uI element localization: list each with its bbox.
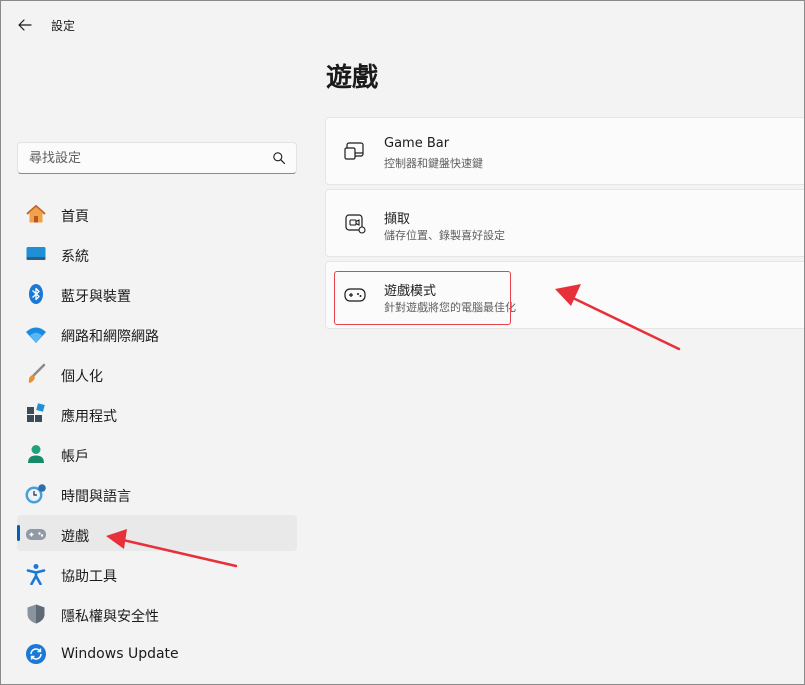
selection-indicator <box>17 525 20 541</box>
sidebar-item-system[interactable]: 系統 <box>17 235 297 271</box>
card-title: Game Bar <box>384 136 450 151</box>
settings-window: 設定 首頁 系統 <box>0 0 805 685</box>
search-icon[interactable] <box>272 151 286 165</box>
sidebar-item-label: 協助工具 <box>61 569 117 585</box>
sidebar-item-label: 網路和網際網路 <box>61 329 159 345</box>
sidebar-item-label: 遊戲 <box>61 529 89 545</box>
title-bar: 設定 <box>1 1 804 49</box>
sidebar-item-accounts[interactable]: 帳戶 <box>17 435 297 471</box>
sidebar-item-time-language[interactable]: 時間與語言 <box>17 475 297 511</box>
accessibility-icon <box>26 564 46 585</box>
game-mode-card[interactable]: 遊戲模式 針對遊戲將您的電腦最佳化 <box>325 261 804 329</box>
card-subtitle: 儲存位置、錄製喜好設定 <box>384 229 505 242</box>
sidebar-item-home[interactable]: 首頁 <box>17 195 297 231</box>
back-button[interactable] <box>11 13 39 37</box>
capture-icon <box>345 214 366 234</box>
sidebar-item-label: 應用程式 <box>61 409 117 425</box>
sidebar-item-bluetooth[interactable]: 藍牙與裝置 <box>17 275 297 311</box>
sidebar-item-label: 系統 <box>61 249 89 265</box>
sidebar-item-apps[interactable]: 應用程式 <box>17 395 297 431</box>
sidebar-item-label: 個人化 <box>61 369 103 385</box>
sidebar-item-gaming[interactable]: 遊戲 <box>17 515 297 551</box>
window-title: 設定 <box>51 19 76 33</box>
back-arrow-icon <box>18 19 32 31</box>
card-title: 遊戲模式 <box>384 284 437 299</box>
wifi-icon <box>26 327 46 343</box>
bluetooth-icon <box>29 284 43 304</box>
sidebar-item-label: 帳戶 <box>61 449 89 465</box>
sidebar-item-personalization[interactable]: 個人化 <box>17 355 297 391</box>
sidebar-item-network[interactable]: 網路和網際網路 <box>17 315 297 351</box>
card-subtitle: 控制器和鍵盤快速鍵 <box>384 157 483 170</box>
capture-card[interactable]: 擷取 儲存位置、錄製喜好設定 <box>325 189 804 257</box>
search-input[interactable] <box>18 143 258 173</box>
sidebar-item-label: 首頁 <box>61 209 89 225</box>
sidebar-item-windows-update[interactable]: Windows Update <box>17 635 297 671</box>
account-icon <box>28 445 44 463</box>
sidebar-item-privacy[interactable]: 隱私權與安全性 <box>17 595 297 631</box>
game-mode-icon <box>344 288 366 302</box>
game-bar-icon <box>344 142 364 160</box>
search-box[interactable] <box>17 142 297 174</box>
sidebar-item-label: 隱私權與安全性 <box>61 609 159 625</box>
card-title: 擷取 <box>384 212 411 227</box>
game-bar-card[interactable]: Game Bar 控制器和鍵盤快速鍵 <box>325 117 804 185</box>
system-icon <box>26 247 46 260</box>
home-icon <box>26 205 46 223</box>
sidebar-nav: 首頁 系統 藍牙與裝置 網路和網際網路 個人化 應用程式 帳戶 時間與語言 遊戲… <box>17 195 297 675</box>
brush-icon <box>28 363 46 383</box>
card-subtitle: 針對遊戲將您的電腦最佳化 <box>384 301 516 314</box>
update-icon <box>26 644 46 664</box>
apps-icon <box>27 403 45 422</box>
time-language-icon <box>25 484 46 504</box>
shield-icon <box>27 604 45 624</box>
sidebar-item-accessibility[interactable]: 協助工具 <box>17 555 297 591</box>
page-title: 遊戲 <box>326 63 379 93</box>
gamepad-icon <box>26 529 46 540</box>
sidebar-item-label: 藍牙與裝置 <box>61 289 131 305</box>
sidebar-item-label: Windows Update <box>61 646 179 662</box>
sidebar-item-label: 時間與語言 <box>61 489 131 505</box>
